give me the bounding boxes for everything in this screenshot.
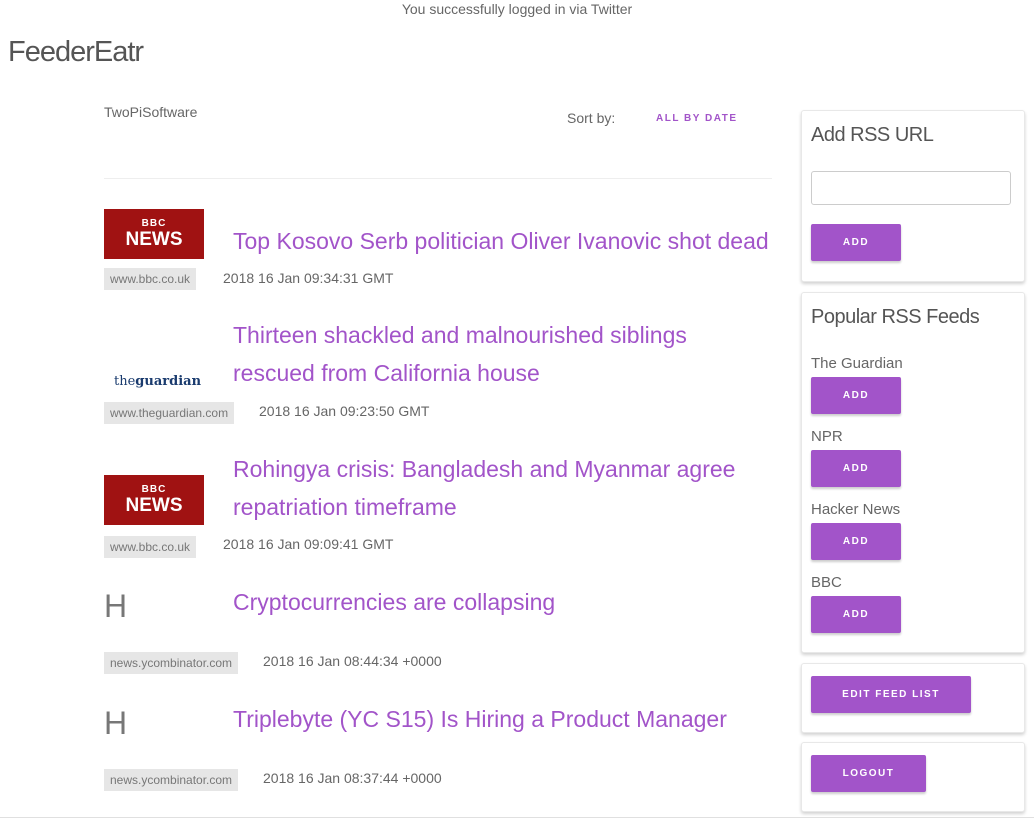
bbc-news-logo: BBC NEWS <box>104 209 204 259</box>
logo-text-top: BBC <box>141 484 167 495</box>
logo-text-bottom: NEWS <box>125 229 183 250</box>
add-bbc-button[interactable]: ADD <box>811 596 901 633</box>
add-rss-title: Add RSS URL <box>811 124 934 146</box>
add-guardian-button[interactable]: ADD <box>811 377 901 414</box>
feed-item-source[interactable]: www.bbc.co.uk <box>104 268 197 290</box>
add-rss-url-button[interactable]: ADD <box>811 224 901 261</box>
add-rss-panel: Add RSS URL ADD <box>801 110 1025 282</box>
sort-all-by-date-button[interactable]: ALL BY DATE <box>656 113 738 124</box>
add-npr-button[interactable]: ADD <box>811 450 901 487</box>
feed-item: H Triplebyte (YC S15) Is Hiring a Produc… <box>104 700 774 792</box>
guardian-logo: theguardian <box>104 356 204 406</box>
feed-item-source[interactable]: www.theguardian.com <box>104 402 235 424</box>
username-label: TwoPiSoftware <box>104 104 198 120</box>
edit-feed-panel: EDIT FEED LIST <box>801 663 1025 733</box>
sort-label: Sort by: <box>567 110 616 126</box>
feed-item-title[interactable]: Thirteen shackled and malnourished sibli… <box>233 316 773 392</box>
logo-text-the: the <box>114 374 136 389</box>
hacker-news-letter-icon: H <box>104 588 128 624</box>
popular-feed-name: BBC <box>811 574 842 591</box>
logo-text-name: guardian <box>135 374 202 389</box>
feed-item-date: 2018 16 Jan 08:44:34 +0000 <box>263 653 442 669</box>
popular-feed-name: Hacker News <box>811 501 901 518</box>
feed-item-title[interactable]: Cryptocurrencies are collapsing <box>233 583 773 621</box>
flash-message: You successfully logged in via Twitter <box>401 1 633 17</box>
feed-item: H Cryptocurrencies are collapsing news.y… <box>104 583 774 674</box>
bbc-news-logo: BBC NEWS <box>104 475 204 525</box>
feed-item-date: 2018 16 Jan 09:09:41 GMT <box>223 536 394 552</box>
feed-item-source[interactable]: www.bbc.co.uk <box>104 536 197 558</box>
feed-item-date: 2018 16 Jan 09:34:31 GMT <box>223 270 394 286</box>
rss-url-input[interactable] <box>811 171 1011 205</box>
feed-item-date: 2018 16 Jan 08:37:44 +0000 <box>263 770 442 786</box>
feed-item-title[interactable]: Triplebyte (YC S15) Is Hiring a Product … <box>233 700 773 738</box>
edit-feed-list-button[interactable]: EDIT FEED LIST <box>811 676 971 713</box>
feed-item-source[interactable]: news.ycombinator.com <box>104 652 239 674</box>
feed-item-title[interactable]: Rohingya crisis: Bangladesh and Myanmar … <box>233 450 773 526</box>
header-divider <box>104 178 772 179</box>
logo-text-bottom: NEWS <box>125 495 183 516</box>
feed-item-date: 2018 16 Jan 09:23:50 GMT <box>259 403 430 419</box>
page-bottom-divider <box>0 817 1034 818</box>
feed-item-title[interactable]: Top Kosovo Serb politician Oliver Ivanov… <box>233 222 773 260</box>
feed-item: BBC NEWS Rohingya crisis: Bangladesh and… <box>104 450 774 560</box>
popular-feeds-title: Popular RSS Feeds <box>811 306 980 328</box>
popular-feed-name: NPR <box>811 428 843 445</box>
app-logo[interactable]: FeederEatr <box>8 36 144 69</box>
feed-item: BBC NEWS Top Kosovo Serb politician Oliv… <box>104 209 774 294</box>
logout-panel: LOGOUT <box>801 742 1025 812</box>
feed-item-source[interactable]: news.ycombinator.com <box>104 769 239 791</box>
feed-item: theguardian Thirteen shackled and malnou… <box>104 316 774 426</box>
logout-button[interactable]: LOGOUT <box>811 755 926 792</box>
popular-feeds-panel: Popular RSS Feeds The Guardian ADD NPR A… <box>801 292 1025 653</box>
logo-text-top: BBC <box>141 218 167 229</box>
hacker-news-letter-icon: H <box>104 705 128 741</box>
popular-feed-name: The Guardian <box>811 355 903 372</box>
add-hacker-news-button[interactable]: ADD <box>811 523 901 560</box>
